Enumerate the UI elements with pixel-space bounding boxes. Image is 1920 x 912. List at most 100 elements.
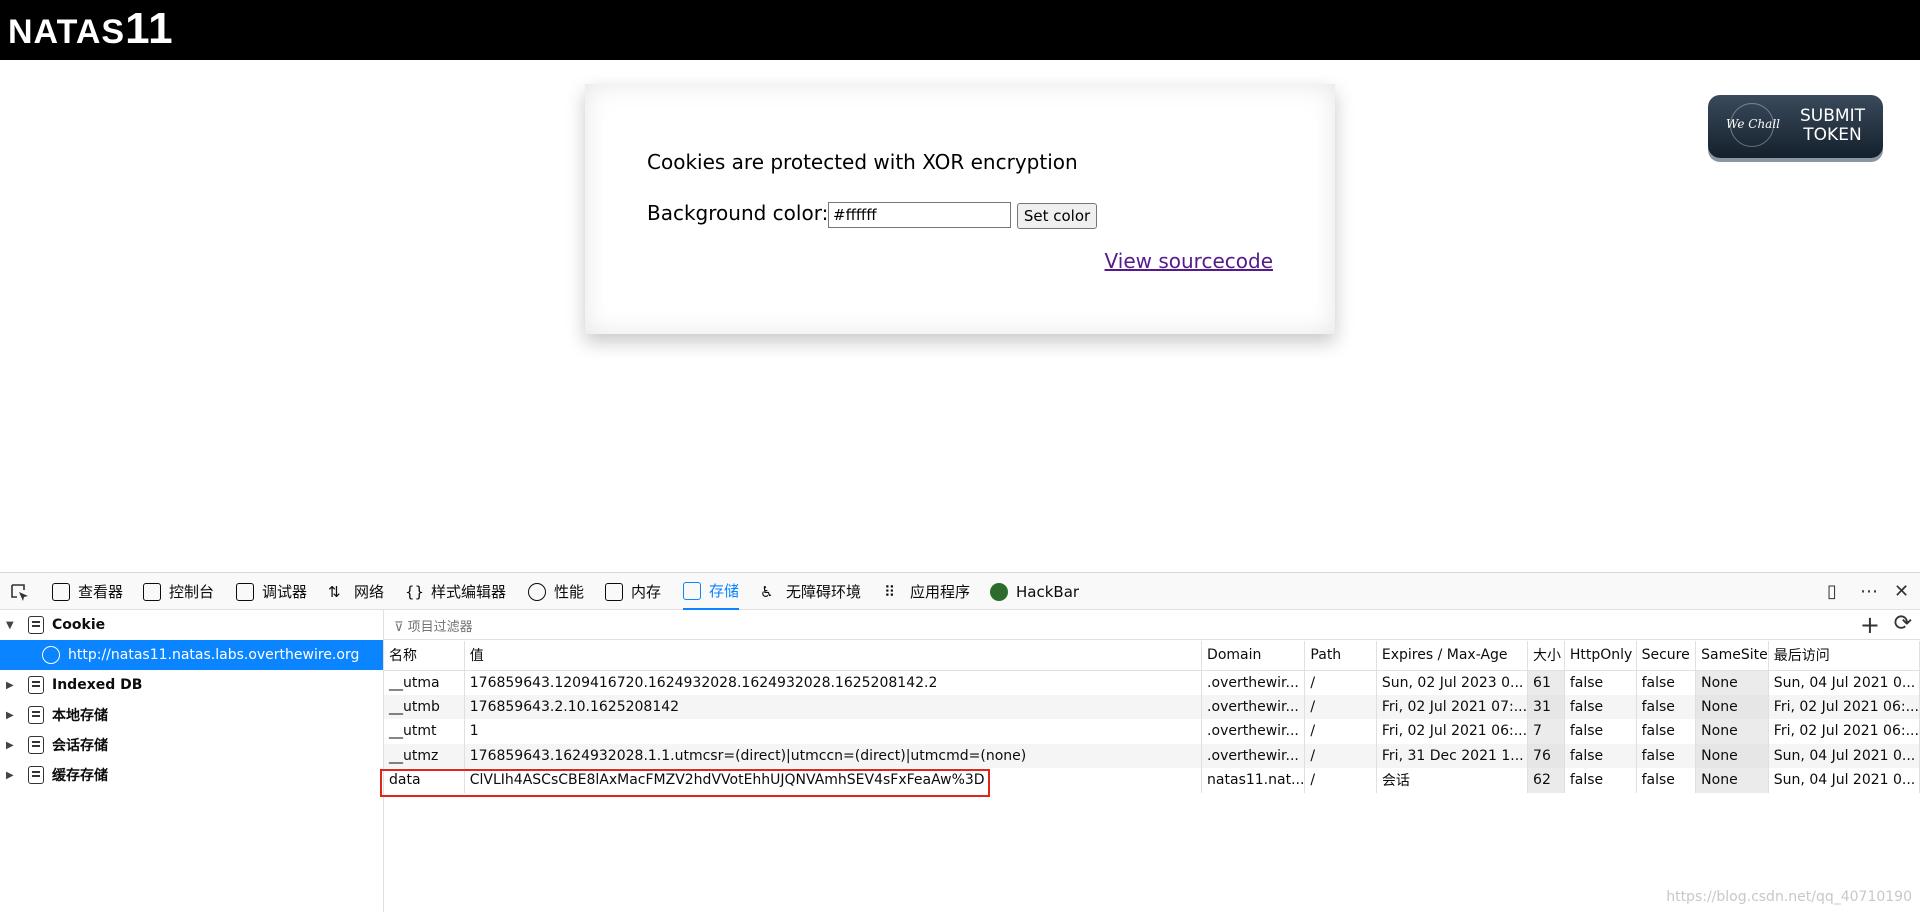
- cell-expires: Fri, 02 Jul 2021 07:...: [1376, 695, 1527, 720]
- column-header[interactable]: 大小: [1528, 641, 1565, 670]
- sidebar-item-label: http://natas11.natas.labs.overthewire.or…: [68, 647, 359, 663]
- storage-main: ⊽ 项目过滤器 + ⟳ 名称 值 Domain Path Expires / M…: [384, 610, 1920, 912]
- collapsed-arrow-icon[interactable]: ▶: [6, 740, 18, 751]
- table-row[interactable]: __utma 176859643.1209416720.1624932028.1…: [384, 670, 1920, 695]
- sidebar-item-cookie[interactable]: ▼ Cookie: [0, 610, 383, 640]
- tab-hackbar[interactable]: HackBar: [990, 573, 1079, 610]
- more-options-icon[interactable]: ⋯: [1860, 581, 1878, 602]
- sidebar-item-local-storage[interactable]: ▶ 本地存储: [0, 700, 383, 730]
- cell-samesite: None: [1696, 719, 1769, 744]
- cell-name: __utmt: [384, 719, 464, 744]
- storage-sidebar: ▼ Cookie http://natas11.natas.labs.overt…: [0, 610, 384, 912]
- watermark: https://blog.csdn.net/qq_40710190: [1666, 889, 1912, 905]
- cell-size: 62: [1528, 768, 1565, 793]
- tab-style-editor[interactable]: {}样式编辑器: [405, 573, 506, 610]
- devtools-panel: 查看器 控制台 调试器 ⇅网络 {}样式编辑器 性能 内存 存储 ♿无障碍环境 …: [0, 572, 1920, 911]
- column-header[interactable]: Secure: [1636, 641, 1696, 670]
- cell-name: __utma: [384, 670, 464, 695]
- title-number: 11: [125, 4, 174, 53]
- tab-memory[interactable]: 内存: [605, 573, 661, 610]
- column-header[interactable]: 最后访问: [1768, 641, 1919, 670]
- refresh-icon[interactable]: ⟳: [1894, 611, 1912, 636]
- debugger-icon: [236, 583, 254, 601]
- column-header[interactable]: SameSite: [1696, 641, 1769, 670]
- tab-accessibility[interactable]: ♿无障碍环境: [760, 573, 861, 610]
- element-picker-button[interactable]: [10, 573, 36, 610]
- wechall-logo: We Chall: [1726, 117, 1780, 131]
- collapsed-arrow-icon[interactable]: ▶: [6, 770, 18, 781]
- expanded-arrow-icon[interactable]: ▼: [6, 620, 18, 631]
- tab-application[interactable]: ⠿应用程序: [884, 573, 970, 610]
- cell-samesite: None: [1696, 744, 1769, 769]
- column-header[interactable]: HttpOnly: [1564, 641, 1636, 670]
- hackbar-icon: [990, 583, 1008, 601]
- column-header[interactable]: Path: [1305, 641, 1376, 670]
- sidebar-item-cache-storage[interactable]: ▶ 缓存存储: [0, 760, 383, 790]
- network-icon: ⇅: [328, 583, 346, 601]
- sidebar-item-label: 缓存存储: [52, 765, 108, 785]
- tab-label: 存储: [709, 580, 739, 601]
- table-row[interactable]: __utmt 1 .overthewir... / Fri, 02 Jul 20…: [384, 719, 1920, 744]
- cell-name: __utmz: [384, 744, 464, 769]
- column-header[interactable]: 名称: [384, 641, 464, 670]
- table-row[interactable]: __utmz 176859643.1624932028.1.1.utmcsr=(…: [384, 744, 1920, 769]
- cell-domain: .overthewir...: [1202, 744, 1305, 769]
- cell-size: 31: [1528, 695, 1565, 720]
- tab-inspector[interactable]: 查看器: [52, 573, 123, 610]
- cell-path: /: [1305, 768, 1376, 793]
- title-prefix: NATAS: [8, 13, 125, 51]
- content-card: Cookies are protected with XOR encryptio…: [585, 84, 1335, 334]
- cell-domain: .overthewir...: [1202, 695, 1305, 720]
- close-icon[interactable]: ✕: [1894, 581, 1909, 602]
- cell-httponly: false: [1564, 670, 1636, 695]
- tab-console[interactable]: 控制台: [143, 573, 214, 610]
- table-header-row: 名称 值 Domain Path Expires / Max-Age 大小 Ht…: [384, 641, 1920, 670]
- column-header[interactable]: Expires / Max-Age: [1376, 641, 1527, 670]
- submit-token-button[interactable]: We Chall SUBMIT TOKEN: [1708, 95, 1883, 158]
- cell-last-accessed: Sun, 04 Jul 2021 0...: [1768, 768, 1919, 793]
- cell-samesite: None: [1696, 768, 1769, 793]
- cell-httponly: false: [1564, 744, 1636, 769]
- sidebar-item-session-storage[interactable]: ▶ 会话存储: [0, 730, 383, 760]
- add-item-icon[interactable]: +: [1860, 611, 1880, 639]
- set-color-button[interactable]: Set color: [1017, 203, 1097, 229]
- cell-domain: natas11.nat...: [1202, 768, 1305, 793]
- cell-last-accessed: Fri, 02 Jul 2021 06:...: [1768, 695, 1919, 720]
- cell-secure: false: [1636, 768, 1696, 793]
- cell-size: 7: [1528, 719, 1565, 744]
- cell-httponly: false: [1564, 719, 1636, 744]
- devtools-toolbar: 查看器 控制台 调试器 ⇅网络 {}样式编辑器 性能 内存 存储 ♿无障碍环境 …: [0, 573, 1920, 610]
- cell-domain: .overthewir...: [1202, 719, 1305, 744]
- cell-domain: .overthewir...: [1202, 670, 1305, 695]
- table-row[interactable]: __utmb 176859643.2.10.1625208142 .overth…: [384, 695, 1920, 720]
- tab-network[interactable]: ⇅ 网络: [328, 573, 384, 610]
- cell-secure: false: [1636, 670, 1696, 695]
- performance-icon: [528, 583, 546, 601]
- style-editor-icon: {}: [405, 583, 423, 601]
- sidebar-item-cookie-host[interactable]: http://natas11.natas.labs.overthewire.or…: [0, 640, 383, 670]
- background-color-input[interactable]: [828, 202, 1011, 228]
- tab-label: 网络: [354, 581, 384, 602]
- collapsed-arrow-icon[interactable]: ▶: [6, 680, 18, 691]
- cell-path: /: [1305, 695, 1376, 720]
- sidebar-item-label: Cookie: [52, 617, 105, 633]
- collapsed-arrow-icon[interactable]: ▶: [6, 710, 18, 721]
- view-sourcecode-link[interactable]: View sourcecode: [1105, 249, 1273, 273]
- tab-label: 内存: [631, 581, 661, 602]
- tab-debugger[interactable]: 调试器: [236, 573, 307, 610]
- column-header[interactable]: Domain: [1202, 641, 1305, 670]
- column-header[interactable]: 值: [464, 641, 1201, 670]
- filter-input[interactable]: ⊽ 项目过滤器: [394, 616, 473, 635]
- storage-icon: [683, 582, 701, 600]
- cell-value: 176859643.1209416720.1624932028.16249320…: [464, 670, 1201, 695]
- info-message: Cookies are protected with XOR encryptio…: [647, 150, 1078, 174]
- sidebar-item-indexed-db[interactable]: ▶ Indexed DB: [0, 670, 383, 700]
- cell-expires: Sun, 02 Jul 2023 0...: [1376, 670, 1527, 695]
- tab-performance[interactable]: 性能: [528, 573, 584, 610]
- dock-icon[interactable]: ▯: [1827, 581, 1837, 602]
- page-title: NATAS11: [8, 4, 174, 54]
- cell-secure: false: [1636, 744, 1696, 769]
- cell-expires: Fri, 02 Jul 2021 06:...: [1376, 719, 1527, 744]
- tab-storage[interactable]: 存储: [683, 573, 739, 610]
- background-color-label: Background color:: [647, 201, 828, 225]
